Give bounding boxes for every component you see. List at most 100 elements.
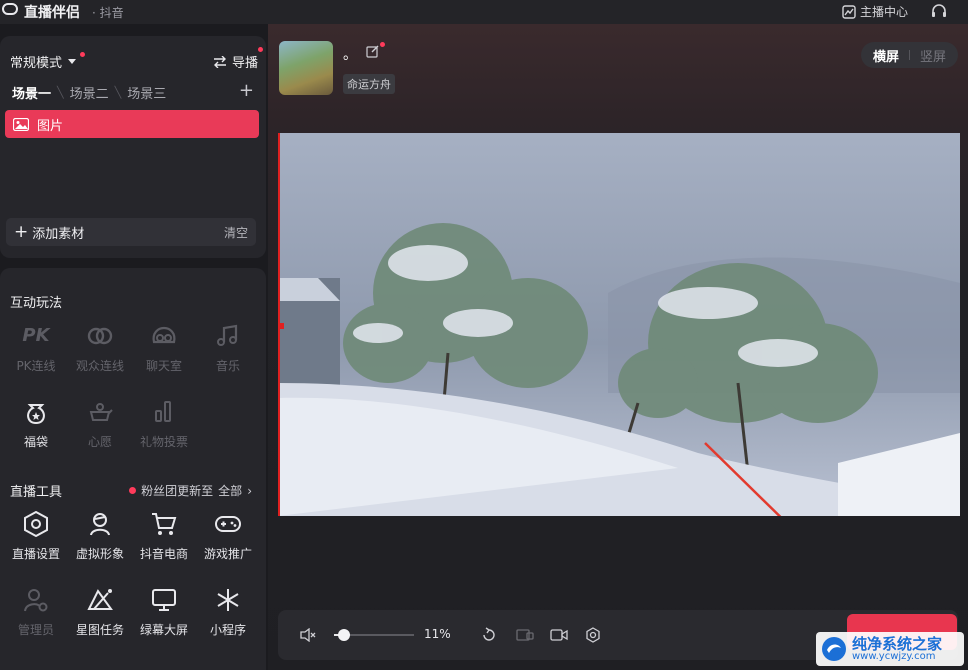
portrait-option[interactable]: 竖屏 <box>920 46 946 65</box>
swap-icon <box>213 55 226 68</box>
audience-link-button[interactable]: 观众连线 <box>68 310 132 386</box>
add-scene-icon[interactable]: + <box>239 80 254 101</box>
app-logo-icon <box>2 3 18 15</box>
avatar-icon <box>90 512 110 535</box>
snow-scene-image <box>278 133 960 516</box>
notification-dot <box>380 42 385 47</box>
image-icon <box>13 117 29 131</box>
watermark-url: www.ycwjzy.com <box>852 650 936 662</box>
wish-button[interactable]: 心愿 <box>68 386 132 462</box>
add-source-button[interactable]: 添加素材 <box>32 223 84 242</box>
watermark-logo-icon <box>822 637 846 661</box>
notification-dot <box>129 487 137 494</box>
item-label: 心愿 <box>87 434 112 449</box>
zoom-level: 11% <box>424 627 451 641</box>
green-screen-icon <box>152 588 176 611</box>
item-label: 绿幕大屏 <box>139 622 188 637</box>
game-promo-button[interactable]: 游戏推广 <box>196 498 260 574</box>
tab-scene-3[interactable]: 场景三 <box>127 83 166 102</box>
item-label: 观众连线 <box>75 358 124 373</box>
item-label: 星图任务 <box>75 622 124 637</box>
star-task-button[interactable]: 星图任务 <box>68 574 132 650</box>
item-label: 抖音电商 <box>139 546 188 561</box>
orientation-toggle: 横屏 竖屏 <box>860 42 958 68</box>
rotate-icon[interactable] <box>481 627 497 643</box>
chatroom-icon <box>152 326 176 343</box>
mini-program-button[interactable]: 小程序 <box>196 574 260 650</box>
tab-scene-2[interactable]: 场景二 <box>70 83 109 102</box>
volume-mute-icon[interactable] <box>300 628 316 642</box>
watermark-title: 纯净系统之家 <box>852 634 943 653</box>
app-title: 直播伴侣 <box>24 5 80 21</box>
mode-dropdown[interactable]: 常规模式 <box>10 52 77 71</box>
admin-icon <box>24 588 48 611</box>
lucky-bag-icon <box>27 403 45 424</box>
source-item-label: 图片 <box>37 118 64 134</box>
link-icon <box>87 327 113 344</box>
gamepad-icon <box>215 515 241 532</box>
resize-handle[interactable] <box>278 323 284 329</box>
tab-separator: ╲ <box>114 86 122 99</box>
item-label: 管理员 <box>17 622 54 637</box>
divider <box>908 50 910 60</box>
settings-hex-icon <box>24 510 48 537</box>
gift-vote-button[interactable]: 礼物投票 <box>132 386 196 462</box>
live-tools-grid: 直播设置 虚拟形象 抖音电商 游戏推广 管理员 星图任务 绿幕大屏 小程序 <box>4 498 260 650</box>
room-category-tag[interactable]: 命运方舟 <box>343 74 395 94</box>
pk-icon: PK <box>22 325 50 346</box>
camera-icon[interactable] <box>550 628 568 642</box>
live-preview <box>278 133 960 516</box>
interactive-section-title: 互动玩法 <box>10 296 63 311</box>
screen-cast-icon[interactable] <box>516 628 534 642</box>
volume-slider-knob[interactable] <box>338 629 350 641</box>
admin-button[interactable]: 管理员 <box>4 574 68 650</box>
music-button[interactable]: 音乐 <box>196 310 260 386</box>
creator-center-label: 主播中心 <box>859 5 908 19</box>
app-platform: · 抖音 <box>92 6 124 20</box>
interactive-grid: PK PK连线 观众连线 聊天室 音乐 福袋 心愿 礼物投票 <box>4 310 260 462</box>
green-screen-button[interactable]: 绿幕大屏 <box>132 574 196 650</box>
landscape-option[interactable]: 横屏 <box>873 46 899 65</box>
virtual-avatar-button[interactable]: 虚拟形象 <box>68 498 132 574</box>
chart-icon <box>842 4 856 19</box>
item-label: 虚拟形象 <box>75 546 124 561</box>
item-label: 福袋 <box>23 434 48 449</box>
notification-dot <box>80 52 85 57</box>
item-label: 聊天室 <box>145 358 182 373</box>
ecommerce-button[interactable]: 抖音电商 <box>132 498 196 574</box>
caret-down-icon <box>68 58 77 64</box>
plus-icon[interactable]: + <box>14 222 28 242</box>
fan-update-link[interactable]: 粉丝团更新至 全部 › <box>129 482 252 499</box>
item-label: 直播设置 <box>11 546 60 561</box>
edit-icon[interactable] <box>366 44 380 58</box>
settings-icon[interactable] <box>585 627 601 643</box>
cart-icon <box>152 512 177 535</box>
source-item-image[interactable]: 图片 <box>5 110 259 138</box>
main-area: 。 命运方舟 横屏 竖屏 11% <box>268 24 968 670</box>
scene-tabs: 场景一 ╲ 场景二 ╲ 场景三 <box>12 83 166 102</box>
mini-program-icon <box>217 588 239 611</box>
live-settings-button[interactable]: 直播设置 <box>4 498 68 574</box>
item-label: PK连线 <box>16 358 56 373</box>
item-label: 音乐 <box>215 358 240 373</box>
chatroom-button[interactable]: 聊天室 <box>132 310 196 386</box>
top-bar: 直播伴侣 · 抖音 主播中心 <box>0 0 968 24</box>
item-label: 小程序 <box>209 622 246 637</box>
tab-scene-1[interactable]: 场景一 <box>12 83 51 102</box>
pk-button[interactable]: PK PK连线 <box>4 310 68 386</box>
gift-vote-icon <box>155 400 171 422</box>
director-button[interactable]: 导播 <box>212 52 258 71</box>
mode-label: 常规模式 <box>10 56 63 71</box>
creator-center-button[interactable]: 主播中心 <box>842 3 908 20</box>
wish-icon <box>89 402 113 421</box>
headset-icon[interactable] <box>930 3 948 19</box>
tools-panel: 互动玩法 PK PK连线 观众连线 聊天室 音乐 福袋 心愿 礼物投票 直播工具… <box>0 268 266 670</box>
clear-button[interactable]: 清空 <box>224 224 248 241</box>
volume-slider[interactable] <box>334 629 414 641</box>
room-name: 。 <box>343 47 357 63</box>
item-label: 游戏推广 <box>203 546 252 561</box>
chevron-right-icon: › <box>247 483 252 498</box>
tab-separator: ╲ <box>57 86 64 99</box>
room-cover[interactable] <box>279 41 333 95</box>
lucky-bag-button[interactable]: 福袋 <box>4 386 68 462</box>
